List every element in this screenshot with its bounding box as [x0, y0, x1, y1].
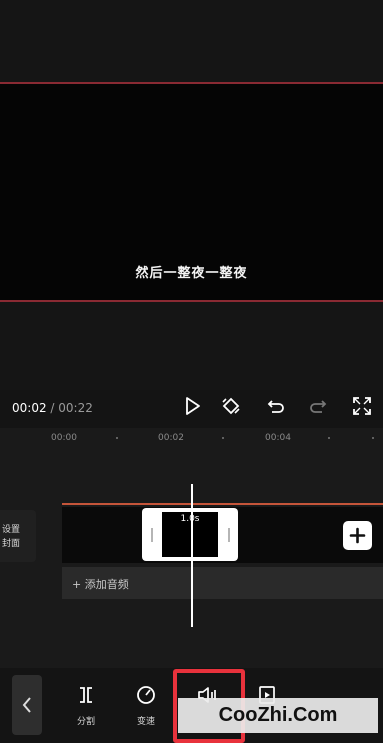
- clip-duration: 1.0s: [180, 514, 200, 524]
- ruler-label: 00:02: [158, 433, 184, 443]
- ruler-label: 00:04: [265, 433, 291, 443]
- split-icon[interactable]: [75, 684, 97, 706]
- clip-left-handle[interactable]: [151, 528, 153, 542]
- split-label[interactable]: 分割: [66, 714, 106, 727]
- ruler-tick: [328, 437, 330, 439]
- track-indicator-line: [62, 503, 383, 505]
- watermark-text: CooZhi.Com: [218, 704, 338, 726]
- playhead[interactable]: [191, 484, 193, 627]
- ruler-tick: [372, 437, 374, 439]
- undo-icon[interactable]: [265, 395, 287, 417]
- keyframe-icon[interactable]: [220, 395, 242, 417]
- cover-label-line2: 封面: [2, 539, 21, 549]
- current-time: 00:02: [12, 401, 47, 415]
- ruler-tick: [116, 437, 118, 439]
- time-separator: /: [46, 401, 59, 415]
- total-time: 00:22: [58, 401, 93, 415]
- subtitle-text: 然后一整夜一整夜: [135, 266, 248, 281]
- add-clip-button[interactable]: [343, 521, 372, 550]
- clip-right-handle[interactable]: [228, 528, 230, 542]
- fullscreen-icon[interactable]: [351, 395, 373, 417]
- speed-icon[interactable]: [135, 684, 157, 706]
- watermark: CooZhi.Com: [178, 698, 378, 733]
- chevron-left-icon: [22, 697, 31, 713]
- plus-icon: [349, 527, 366, 544]
- cover-label-line1: 设置: [2, 525, 21, 535]
- ruler-label: 00:00: [51, 433, 77, 443]
- redo-icon[interactable]: [307, 395, 329, 417]
- play-icon[interactable]: [181, 395, 203, 417]
- add-audio-label[interactable]: + 添加音频: [72, 576, 129, 592]
- back-button[interactable]: [12, 675, 42, 735]
- ruler-tick: [222, 437, 224, 439]
- timecode: 00:02 / 00:22: [12, 401, 93, 415]
- speed-label[interactable]: 变速: [126, 714, 166, 727]
